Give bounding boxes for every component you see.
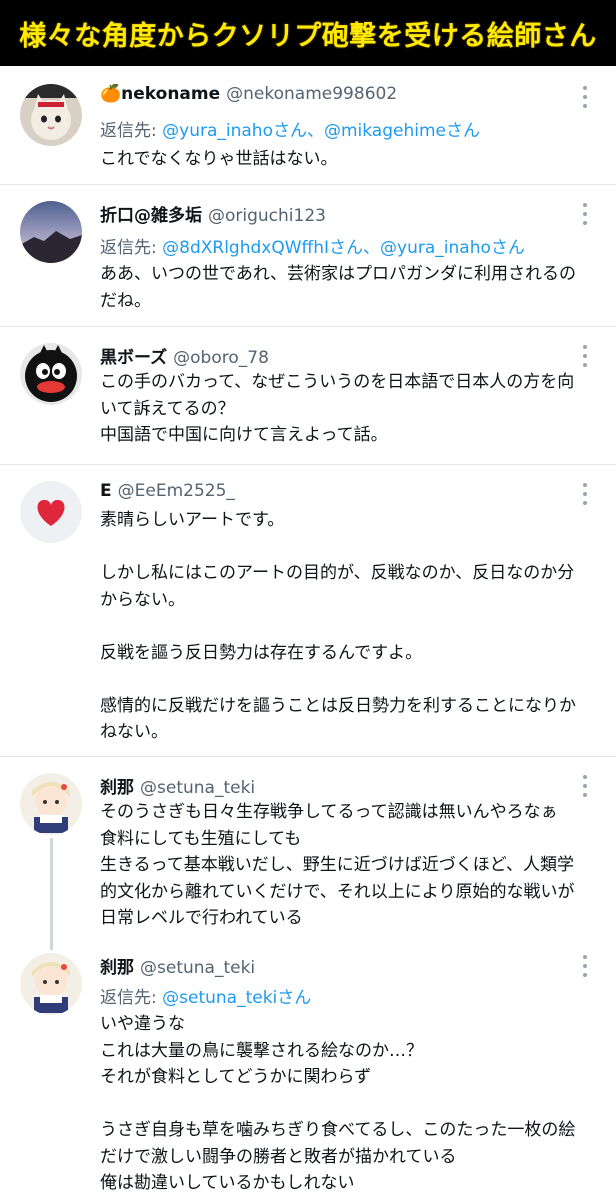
tweet-text: 素晴らしいアートです。 しかし私にはこのアートの目的が、反戦なのか、反日なのか分… [100,510,576,742]
banner-title: 様々な角度からクソリプ砲撃を受ける絵師さん [19,20,597,52]
heart-icon [37,499,65,526]
reply-to-line: 返信先: @8dXRlghdxQWffhIさん、@yura_inahoさん [100,233,525,258]
user-handle[interactable]: @origuchi123 [208,206,326,226]
reply-to-mentions[interactable]: @8dXRlghdxQWffhIさん、@yura_inahoさん [162,238,525,258]
tweet-header: 刹那 @setuna_teki [100,773,255,798]
avatar-setuna[interactable] [20,953,82,1015]
more-icon[interactable] [582,775,588,797]
display-name[interactable]: 刹那 [100,958,134,978]
display-name[interactable]: nekoname [121,84,220,104]
anime-character-avatar-image [20,953,82,1015]
reply-to-line: 返信先: @yura_inahoさん、@mikagehimeさん [100,116,480,141]
tweet-header: E @EeEm2525_ [100,481,235,501]
avatar-oboro[interactable] [20,343,82,405]
avatar-origuchi[interactable] [20,201,82,263]
avatar-eeem[interactable] [20,481,82,543]
tweet-header: 黒ボーズ @oboro_78 [100,343,269,368]
more-icon[interactable] [582,345,588,367]
anime-character-avatar-image [20,773,82,835]
more-icon[interactable] [582,483,588,505]
display-name[interactable]: 刹那 [100,778,134,798]
reply-to-line: 返信先: @setuna_tekiさん [100,983,311,1008]
reply-prefix: 返信先: [100,238,163,258]
reply-to-mentions[interactable]: @setuna_tekiさん [162,988,311,1008]
tweet-origuchi[interactable]: 折口@雑多垢 @origuchi123 返信先: @8dXRlghdxQWffhI… [0,185,616,325]
more-icon[interactable] [582,86,588,108]
tweet-eeem[interactable]: E @EeEm2525_ 素晴らしいアートです。 しかし私にはこのアートの目的が、… [0,465,616,755]
more-icon[interactable] [582,203,588,225]
avatar-setuna[interactable] [20,773,82,835]
display-name[interactable]: E [100,481,112,501]
reply-to-mentions[interactable]: @yura_inahoさん、@mikagehimeさん [162,121,480,141]
user-handle[interactable]: @setuna_teki [140,778,255,798]
user-handle[interactable]: @nekoname998602 [226,84,397,104]
tweet-header: 🍊nekoname @nekoname998602 [100,84,397,104]
tweet-text: そのうさぎも日々生存戦争してるって認識は無いんやろなぁ 食料にしても生殖にしても… [100,802,575,928]
more-icon[interactable] [582,955,588,977]
tweet-setuna-1[interactable]: 刹那 @setuna_teki そのうさぎも日々生存戦争してるって認識は無いんやろ… [0,757,616,947]
mountain-avatar-image [20,201,82,263]
tweet-nekoname[interactable]: 🍊nekoname @nekoname998602 返信先: @yura_inah… [0,66,616,184]
tweet-text: この手のバカって、なぜこういうのを日本語で日本人の方を向 いて訴えてるの？ 中国… [100,372,575,445]
cat-avatar-image [20,84,82,146]
avatar-nekoname[interactable] [20,84,82,146]
reply-prefix: 返信先: [100,988,163,1008]
reply-prefix: 返信先: [100,121,163,141]
tweet-header: 刹那 @setuna_teki [100,953,255,978]
page-banner: 様々な角度からクソリプ砲撃を受ける絵師さん [0,0,616,66]
tweet-text: ああ、いつの世であれ、芸術家はプロパガンダに利用されるの だね。 [100,264,576,311]
black-character-avatar-image [20,343,82,405]
tweet-header: 折口@雑多垢 @origuchi123 [100,201,326,226]
display-name[interactable]: 折口@雑多垢 [100,206,202,226]
user-handle[interactable]: @setuna_teki [140,958,255,978]
tweet-text: これでなくなりゃ世話はない。 [100,149,338,169]
user-handle[interactable]: @EeEm2525_ [118,481,235,501]
user-handle[interactable]: @oboro_78 [173,348,269,368]
tweet-text: いや違うな これは大量の鳥に襲撃される絵なのか…？ それが食料としてどうかに関わ… [100,1014,576,1193]
orange-emoji-icon: 🍊 [100,84,122,104]
tweet-setuna-2[interactable]: 刹那 @setuna_teki 返信先: @setuna_tekiさん いや違うな… [0,947,616,1200]
tweet-oboro[interactable]: 黒ボーズ @oboro_78 この手のバカって、なぜこういうのを日本語で日本人の方… [0,327,616,463]
display-name[interactable]: 黒ボーズ [100,348,167,368]
